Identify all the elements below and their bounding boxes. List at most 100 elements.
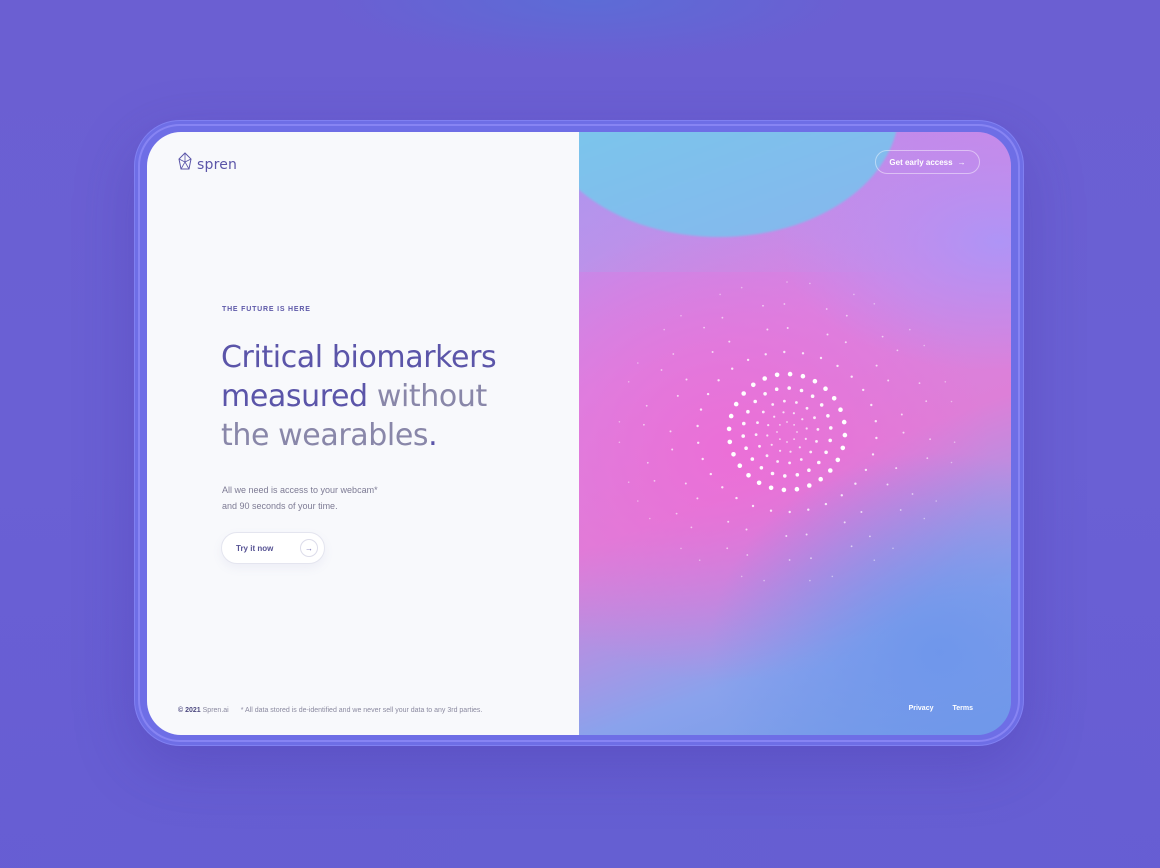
spiral-dot (829, 426, 833, 430)
spiral-dot (786, 327, 789, 329)
spiral-dot (741, 434, 745, 438)
spiral-dot (804, 437, 807, 440)
spiral-dot (643, 423, 645, 426)
spiral-dot (779, 424, 781, 426)
spiral-dot (675, 512, 678, 515)
spiral-dot (782, 411, 785, 414)
footer-links: Privacy Terms (909, 705, 973, 712)
spiral-dot (709, 472, 712, 476)
spiral-dot (764, 353, 767, 356)
spiral-dot (796, 431, 798, 433)
spiral-dot (824, 450, 828, 455)
spiral-dot (649, 517, 651, 520)
spiral-dot (824, 502, 828, 506)
spiral-dot (653, 480, 656, 482)
spiral-dot (676, 394, 679, 397)
left-panel: spren THE FUTURE IS HERE Critical biomar… (147, 132, 579, 735)
spiral-dot (770, 471, 775, 476)
spiral-dot (783, 350, 786, 354)
spiral-dot (899, 509, 902, 511)
spiral-dot (776, 431, 778, 433)
spiral-dot (685, 378, 688, 381)
spiral-dot (842, 432, 848, 438)
spiral-dot (766, 434, 769, 437)
spiral-dot (766, 328, 769, 331)
spiral-dot (786, 421, 788, 423)
spiral-dot (763, 392, 767, 396)
spiral-dot (684, 482, 687, 485)
spiral-dot (703, 326, 705, 329)
spiral-dot (779, 438, 781, 440)
spiral-dot (696, 497, 699, 500)
try-it-now-button[interactable]: Try it now → (221, 532, 325, 564)
spiral-dot (794, 486, 800, 492)
spiral-dot (783, 303, 786, 305)
gem-icon (177, 152, 193, 177)
spiral-dot (807, 483, 812, 488)
spiral-dot (740, 575, 743, 578)
spiral-dot (831, 396, 837, 401)
spiral-dot (627, 381, 630, 383)
brand-logo[interactable]: spren (177, 152, 237, 177)
spiral-dot (813, 416, 816, 420)
spiral-dot (950, 461, 953, 464)
spiral-dot (874, 420, 877, 423)
spiral-dot (765, 454, 769, 458)
app-screen: spren THE FUTURE IS HERE Critical biomar… (147, 132, 1011, 735)
spiral-dot (953, 441, 956, 444)
spiral-dot (767, 424, 770, 427)
spiral-dot (719, 293, 721, 296)
spiral-dot (759, 466, 764, 470)
spiral-dot (853, 293, 855, 296)
spiral-dot (731, 452, 736, 457)
spiral-dot (850, 375, 853, 378)
spiral-dot (698, 559, 701, 561)
spiral-dot (735, 496, 738, 500)
spiral-dot (751, 382, 756, 388)
spiral-dot (751, 504, 755, 508)
spiral-dot (787, 371, 793, 377)
spiral-dot (779, 449, 782, 452)
subtext-line2: and 90 seconds of your time. (222, 501, 338, 511)
spiral-dot (726, 547, 729, 550)
spiral-dot (756, 480, 762, 486)
copyright-name: Spren.ai (202, 707, 229, 714)
footer-left: © 2021 Spren.ai * All data stored is de-… (178, 707, 482, 714)
terms-link[interactable]: Terms (953, 705, 974, 712)
spiral-dot (892, 547, 894, 550)
spiral-dot (711, 351, 714, 353)
spiral-dot (828, 468, 833, 473)
spiral-dot (826, 414, 830, 418)
headline-part1: Critical biomarkers (221, 340, 497, 375)
spiral-dot (690, 526, 693, 529)
spiral-dot (737, 463, 743, 469)
spiral-dot (669, 430, 672, 433)
get-early-access-button[interactable]: Get early access → (875, 150, 980, 174)
spiral-dot (826, 333, 829, 336)
copyright-year: © 2021 (178, 707, 201, 714)
spiral-dot (925, 400, 928, 403)
spiral-dot (746, 473, 751, 478)
spiral-dot (825, 308, 828, 310)
spiral-dot (742, 421, 746, 426)
right-panel-visual: Get early access → Privacy Terms (579, 132, 1011, 735)
privacy-link[interactable]: Privacy (909, 705, 934, 712)
spiral-dot (646, 461, 649, 464)
spiral-dot (726, 426, 732, 432)
spiral-dot (793, 438, 795, 440)
spiral-dot (816, 428, 820, 431)
spiral-dot (728, 340, 731, 343)
spiral-dot (733, 401, 739, 407)
spiral-dot (637, 362, 639, 364)
spiral-dot (627, 481, 630, 484)
spiral-dot (923, 344, 925, 347)
spiral-dot (788, 510, 791, 514)
subtext-line1: All we need is access to your webcam* (222, 485, 378, 495)
brand-name: spren (197, 156, 238, 173)
spiral-dot (819, 403, 824, 407)
spiral-dot (950, 400, 953, 403)
try-it-now-label: Try it now (236, 544, 274, 553)
spiral-dot (926, 457, 929, 460)
spiral-dot (672, 353, 675, 355)
spiral-dot (801, 352, 805, 355)
